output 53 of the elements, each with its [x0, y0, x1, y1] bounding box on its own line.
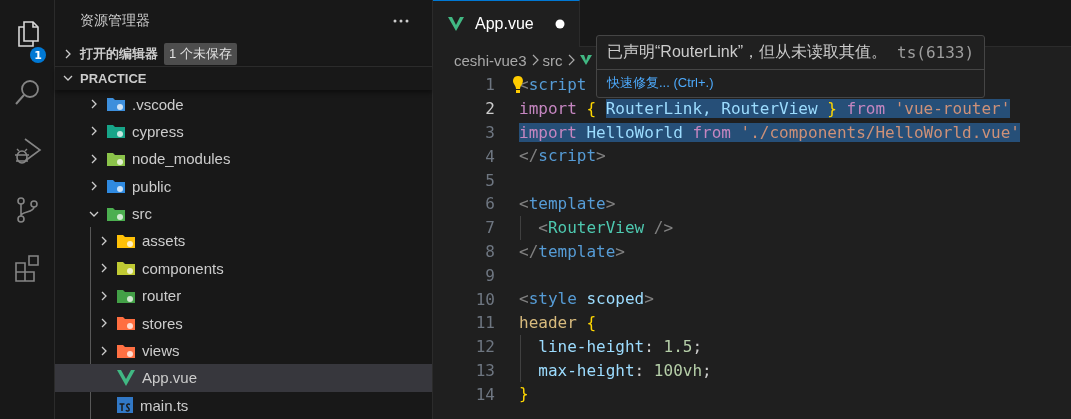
folder-name[interactable]: public — [132, 177, 172, 195]
tooltip-message: 已声明“RouterLink”，但从未读取其值。 — [607, 42, 888, 62]
folder-name[interactable]: components — [142, 259, 224, 277]
breadcrumb-item[interactable]: src — [542, 51, 563, 69]
section-header[interactable]: PRACTICE — [80, 71, 147, 86]
sidebar-title: 资源管理器 — [80, 12, 150, 30]
file-name[interactable]: main.ts — [140, 396, 189, 414]
notification-badge: 1 — [30, 47, 46, 63]
line-number: 5 — [484, 170, 495, 190]
line-number: 9 — [484, 265, 495, 285]
line-number: 14 — [474, 384, 495, 404]
vue-logo-icon — [447, 15, 465, 33]
line-number: 4 — [484, 146, 495, 166]
run-debug-icon[interactable] — [13, 136, 43, 167]
line-number: 11 — [474, 313, 495, 333]
folder-name[interactable]: router — [142, 287, 182, 305]
line-number: 10 — [474, 289, 495, 309]
unsaved-dot-icon[interactable] — [555, 19, 565, 29]
line-number: 7 — [484, 218, 495, 238]
line-number: 6 — [484, 194, 495, 214]
code-line: import HelloWorld from './components/HelloWorld.vue' — [519, 121, 1020, 144]
code-line: header { — [519, 311, 597, 334]
line-number: 3 — [484, 123, 495, 142]
code-line: } — [519, 383, 529, 406]
files-icon[interactable] — [17, 21, 39, 48]
typescript-file-icon — [116, 396, 134, 415]
vue-logo-icon — [116, 367, 136, 388]
folder-name[interactable]: assets — [142, 232, 186, 250]
section-header[interactable]: 打开的编辑器 — [80, 44, 158, 63]
file-name[interactable]: App.vue — [142, 369, 198, 387]
line-number: 1 — [484, 75, 495, 95]
code-line: <style scoped> — [519, 288, 654, 311]
breadcrumb-item[interactable]: ceshi-vue3 — [454, 51, 527, 69]
line-number: 13 — [474, 360, 495, 380]
folder-name[interactable]: node_modules — [132, 150, 231, 168]
folder-name[interactable]: stores — [142, 314, 183, 332]
folder-name[interactable]: views — [142, 342, 180, 359]
code-line: </script> — [519, 145, 606, 168]
vue-logo-icon — [578, 53, 593, 67]
code-line: <template> — [519, 193, 616, 215]
unsaved-badge: 1 个未保存 — [164, 42, 237, 65]
line-number: 8 — [484, 241, 495, 261]
code-line: import { RouterLink, RouterView } from 'vue-router' — [519, 97, 1011, 120]
error-code: ts(6133) — [897, 43, 975, 62]
folder-name[interactable]: src — [132, 205, 152, 223]
quick-fix-link[interactable]: 快速修复... (Ctrl+.) — [607, 75, 714, 90]
folder-name[interactable]: .vscode — [132, 95, 184, 113]
folder-name[interactable]: cypress — [132, 122, 184, 140]
line-number: 2 — [484, 99, 495, 119]
more-icon[interactable] — [392, 18, 410, 24]
editor-tab[interactable]: App.vue — [433, 0, 580, 47]
code-line: </template> — [519, 240, 625, 263]
line-number: 12 — [474, 337, 495, 357]
